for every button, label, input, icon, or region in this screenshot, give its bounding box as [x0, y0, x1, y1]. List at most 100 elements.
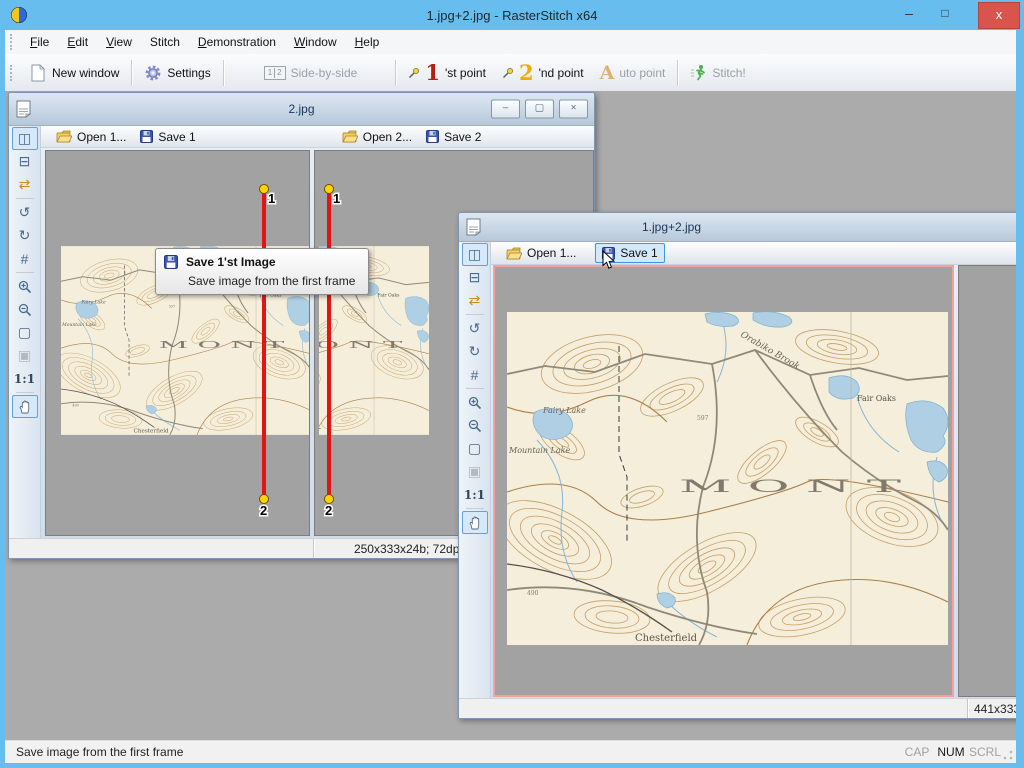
zoom-in-icon[interactable]	[462, 391, 488, 414]
child-a-close-button[interactable]: ×	[559, 100, 588, 119]
pan-hand-icon[interactable]	[462, 511, 488, 534]
open-first-image-button[interactable]: Open 1...	[499, 243, 583, 263]
new-window-icon	[29, 64, 47, 82]
tooltip-title: Save 1'st Image	[186, 255, 276, 269]
crop-icon[interactable]: #	[12, 247, 38, 270]
result-frame-pane-active[interactable]	[493, 265, 954, 697]
close-button[interactable]: x	[978, 2, 1020, 29]
save-tooltip: Save 1'st Image Save image from the firs…	[155, 248, 369, 295]
side-by-side-icon: 12	[264, 66, 286, 80]
split-vertical-icon[interactable]: ◫	[462, 243, 488, 266]
open-folder-icon	[342, 130, 358, 143]
save-first-image-button[interactable]: Save 1	[133, 127, 202, 147]
child-a-titlebar[interactable]: 2.jpg – ▢ ×	[9, 93, 594, 126]
new-window-button[interactable]: New window	[21, 60, 127, 86]
menu-bar: File Edit View Stitch Demonstration Wind…	[5, 30, 1016, 55]
menu-window[interactable]: Window	[285, 32, 346, 52]
toolbar-separator	[677, 60, 678, 86]
menu-help[interactable]: Help	[346, 32, 389, 52]
main-toolbar: New window Settings 12 Side-by-side 1 's…	[5, 54, 1016, 92]
tooltip-description: Save image from the first frame	[188, 274, 360, 288]
actual-size-icon[interactable]: 1:1	[12, 367, 38, 390]
child-a-restore-button[interactable]: ▢	[525, 100, 554, 119]
split-horizontal-icon[interactable]: ⊟	[12, 150, 38, 173]
rotate-left-icon[interactable]: ↺	[12, 201, 38, 224]
second-point-button[interactable]: 2 'nd point	[494, 59, 592, 87]
child-b-tool-strip: ◫ ⊟ ⇄ ↺ ↻ # ▢ ▣ 1:1	[459, 242, 491, 698]
side-by-side-button[interactable]: 12 Side-by-side	[256, 62, 366, 84]
stitch-runner-icon	[690, 64, 707, 81]
crop-icon[interactable]: #	[462, 363, 488, 386]
rotate-left-icon[interactable]: ↺	[462, 317, 488, 340]
resize-grip[interactable]	[1002, 749, 1014, 761]
swap-frames-icon[interactable]: ⇄	[462, 289, 488, 312]
open-folder-icon	[506, 247, 522, 260]
split-vertical-icon[interactable]: ◫	[12, 127, 38, 150]
rasterstitch-main-window: 1.jpg+2.jpg - RasterStitch x64 – □ x Fil…	[0, 0, 1024, 768]
child-b-titlebar[interactable]: 1.jpg+2.jpg	[459, 213, 1016, 242]
rotate-right-icon[interactable]: ↻	[462, 340, 488, 363]
main-status-bar: Save image from the first frame CAP NUM …	[5, 740, 1016, 763]
mouse-cursor	[602, 250, 615, 270]
menu-demonstration[interactable]: Demonstration	[189, 32, 285, 52]
menu-stitch[interactable]: Stitch	[141, 32, 189, 52]
caps-lock-indicator: CAP	[900, 745, 934, 759]
main-titlebar[interactable]: 1.jpg+2.jpg - RasterStitch x64 – □ x	[0, 0, 1024, 30]
stitch-line-overlay-1: 1 2	[61, 174, 310, 520]
pin-icon	[502, 67, 514, 79]
mdi-workspace: 2.jpg – ▢ × ◫ ⊟ ⇄ ↺ ↻ #	[5, 91, 1016, 741]
document-icon	[465, 218, 482, 236]
stitch-button[interactable]: Stitch!	[682, 60, 753, 85]
save-second-image-button[interactable]: Save 2	[419, 127, 488, 147]
minimize-button[interactable]: –	[894, 0, 924, 28]
layers-icon[interactable]: ▣	[12, 344, 38, 367]
open-second-image-button[interactable]: Open 2...	[335, 127, 419, 147]
menu-file[interactable]: File	[21, 32, 58, 52]
menu-view[interactable]: View	[97, 32, 141, 52]
first-point-button[interactable]: 1 'st point	[400, 59, 494, 87]
swap-frames-icon[interactable]: ⇄	[12, 173, 38, 196]
point-2-label: 2	[260, 503, 267, 518]
fit-to-window-icon[interactable]: ▢	[462, 437, 488, 460]
child-a-tool-strip: ◫ ⊟ ⇄ ↺ ↻ # ▢ ▣ 1:1	[9, 126, 41, 538]
zoom-in-icon[interactable]	[12, 275, 38, 298]
result-frame-pane-2[interactable]	[958, 265, 1016, 697]
split-horizontal-icon[interactable]: ⊟	[462, 266, 488, 289]
toolbar-separator	[131, 60, 132, 86]
auto-point-letter: A	[600, 62, 615, 84]
open-first-image-button[interactable]: Open 1...	[49, 127, 133, 147]
pan-hand-icon[interactable]	[12, 395, 38, 418]
child-a-toolbar: Open 1... Save 1 Open 2... Save 2	[41, 126, 594, 148]
gear-icon	[144, 64, 162, 82]
open-second-image-button[interactable]: Open 2...	[1013, 243, 1016, 263]
stitched-map-image	[507, 312, 948, 645]
point-1-label: 1	[268, 191, 275, 206]
frame-1-pane[interactable]: 1 2	[45, 150, 310, 536]
layers-icon[interactable]: ▣	[462, 460, 488, 483]
rotate-right-icon[interactable]: ↻	[12, 224, 38, 247]
menu-grip[interactable]	[10, 34, 15, 50]
menu-edit[interactable]: Edit	[58, 32, 97, 52]
point-1-label: 1	[333, 191, 340, 206]
open-folder-icon	[56, 130, 72, 143]
child-window-result[interactable]: 1.jpg+2.jpg ◫ ⊟ ⇄ ↺ ↻ # ▢ ▣ 1:1	[458, 212, 1016, 719]
toolbar-grip[interactable]	[10, 65, 15, 81]
settings-button[interactable]: Settings	[136, 60, 218, 86]
second-point-number: 2	[519, 63, 534, 83]
toolbar-separator	[395, 60, 396, 86]
child-a-minimize-button[interactable]: –	[491, 100, 520, 119]
save-floppy-icon	[164, 255, 178, 269]
toolbar-separator	[223, 60, 224, 86]
point-2-label: 2	[325, 503, 332, 518]
maximize-button[interactable]: □	[930, 0, 960, 28]
child-b-title: 1.jpg+2.jpg	[459, 220, 884, 234]
zoom-out-icon[interactable]	[12, 298, 38, 321]
document-icon	[15, 100, 32, 118]
main-window-title: 1.jpg+2.jpg - RasterStitch x64	[0, 8, 1024, 23]
auto-point-button[interactable]: A uto point	[592, 58, 674, 88]
scroll-lock-indicator: SCRL	[968, 745, 1002, 759]
fit-to-window-icon[interactable]: ▢	[12, 321, 38, 344]
actual-size-icon[interactable]: 1:1	[462, 483, 488, 506]
child-b-toolbar: Open 1... Save 1 Open 2...	[491, 242, 1016, 265]
zoom-out-icon[interactable]	[462, 414, 488, 437]
